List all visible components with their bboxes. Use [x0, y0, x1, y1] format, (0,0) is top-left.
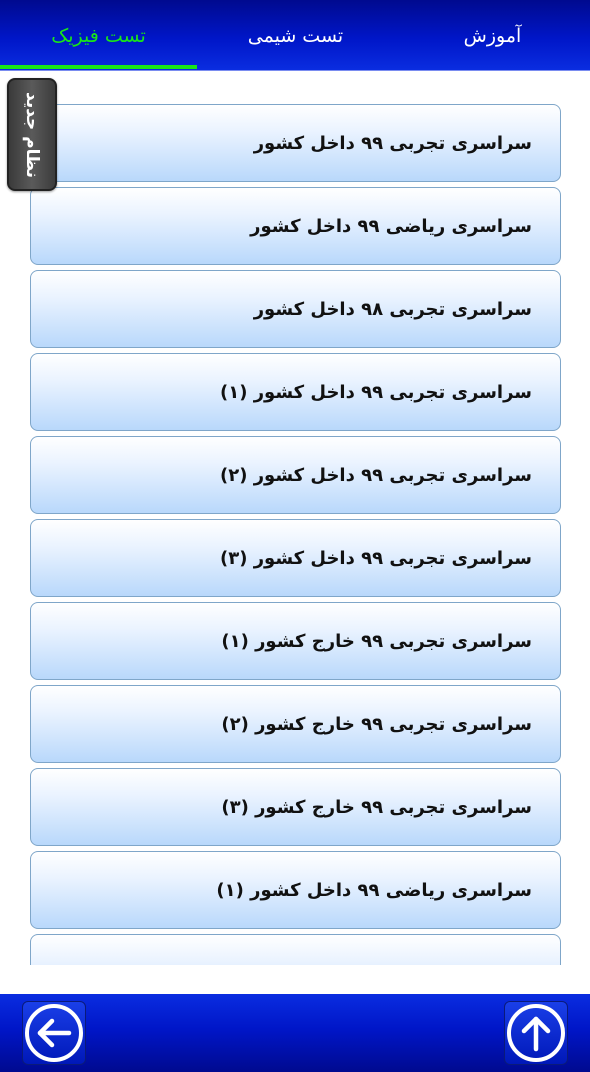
list-item[interactable]: سراسری تجربی ۹۹ خارج کشور (۲) — [30, 685, 561, 763]
top-tab-bar: تست فیزیک تست شیمی آموزش — [0, 0, 590, 71]
list-item-label: سراسری تجربی ۹۹ خارج کشور (۲) — [221, 713, 532, 735]
list-item-label: سراسری تجربی ۹۹ خارج کشور (۱) — [221, 630, 532, 652]
tab-chemistry-test-label: تست شیمی — [247, 24, 344, 47]
list-item-label: سراسری ریاضی ۹۹ داخل کشور (۲) — [216, 963, 532, 966]
back-button[interactable] — [22, 1001, 86, 1065]
arrow-left-circle-icon — [25, 1004, 83, 1062]
list-item-label: سراسری ریاضی ۹۹ داخل کشور — [250, 215, 532, 237]
tab-physics-test-label: تست فیزیک — [51, 24, 146, 47]
list-item[interactable]: سراسری تجربی ۹۹ داخل کشور — [30, 104, 561, 182]
list-item[interactable]: سراسری ریاضی ۹۹ داخل کشور — [30, 187, 561, 265]
new-system-button[interactable]: نظام جدید — [7, 78, 57, 191]
active-tab-indicator — [0, 65, 197, 69]
exam-list-scroll-area[interactable]: سراسری تجربی ۹۹ داخل کشور سراسری ریاضی ۹۹… — [0, 72, 590, 965]
list-item[interactable]: سراسری ریاضی ۹۹ داخل کشور (۱) — [30, 851, 561, 929]
list-item[interactable]: سراسری تجربی ۹۹ خارج کشور (۱) — [30, 602, 561, 680]
list-item-label: سراسری تجربی ۹۹ داخل کشور (۳) — [219, 547, 532, 569]
list-item-label: سراسری تجربی ۹۹ داخل کشور (۱) — [219, 381, 532, 403]
list-item-label: سراسری تجربی ۹۹ داخل کشور (۲) — [219, 464, 532, 486]
list-item[interactable]: سراسری تجربی ۹۹ خارج کشور (۳) — [30, 768, 561, 846]
tab-education[interactable]: آموزش — [394, 0, 590, 71]
tab-chemistry-test[interactable]: تست شیمی — [197, 0, 394, 71]
new-system-button-label: نظام جدید — [22, 91, 42, 178]
list-item[interactable]: سراسری تجربی ۹۹ داخل کشور (۱) — [30, 353, 561, 431]
list-item-label: سراسری تجربی ۹۸ داخل کشور — [253, 298, 532, 320]
list-item[interactable]: سراسری تجربی ۹۹ داخل کشور (۲) — [30, 436, 561, 514]
list-item[interactable]: سراسری ریاضی ۹۹ داخل کشور (۲) — [30, 934, 561, 965]
list-item-label: سراسری تجربی ۹۹ داخل کشور — [253, 132, 532, 154]
tab-physics-test[interactable]: تست فیزیک — [0, 0, 197, 71]
exam-list: سراسری تجربی ۹۹ داخل کشور سراسری ریاضی ۹۹… — [30, 104, 561, 965]
tab-education-label: آموزش — [463, 24, 522, 47]
list-item[interactable]: سراسری تجربی ۹۹ داخل کشور (۳) — [30, 519, 561, 597]
list-item[interactable]: سراسری تجربی ۹۸ داخل کشور — [30, 270, 561, 348]
scroll-top-button[interactable] — [504, 1001, 568, 1065]
arrow-up-circle-icon — [507, 1004, 565, 1062]
list-item-label: سراسری ریاضی ۹۹ داخل کشور (۱) — [216, 879, 532, 901]
list-item-label: سراسری تجربی ۹۹ خارج کشور (۳) — [221, 796, 532, 818]
bottom-nav-bar — [0, 994, 590, 1072]
